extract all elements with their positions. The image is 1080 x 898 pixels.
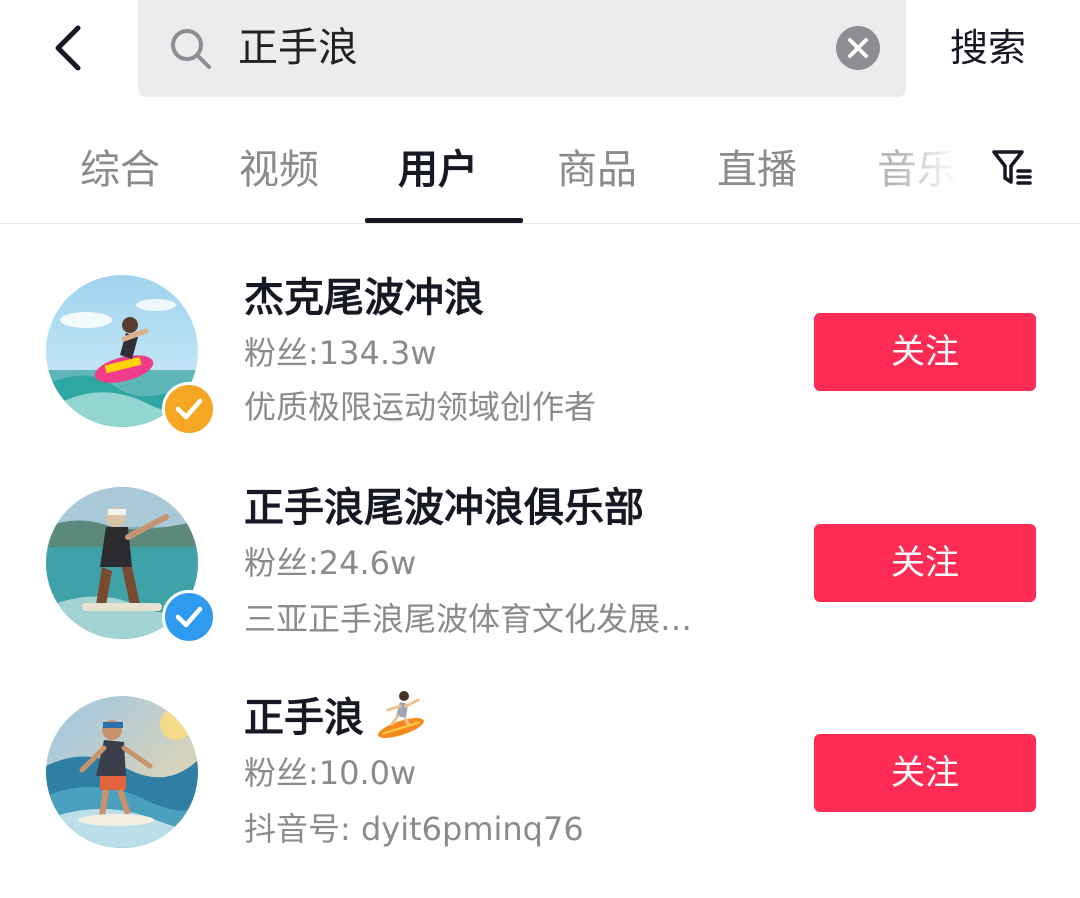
user-description: 优质极限运动领域创作者 [244,388,597,426]
user-result-row[interactable]: 正手浪尾波冲浪俱乐部 粉丝:24.6w 三亚正手浪尾波体育文化发展… 关注 [0,472,1080,652]
tabs-divider [0,223,1080,224]
follow-button[interactable]: 关注 [814,524,1036,602]
avatar[interactable] [46,696,198,848]
search-box[interactable] [138,0,906,97]
user-name: 正手浪尾波冲浪俱乐部 [244,485,644,531]
surfer-emoji-icon [378,691,424,738]
user-name: 杰克尾波冲浪 [244,275,484,321]
follow-button[interactable]: 关注 [814,734,1036,812]
user-description: 三亚正手浪尾波体育文化发展… [244,600,693,638]
back-button[interactable] [44,18,100,78]
search-tabs: 综合 视频 用户 商品 直播 音乐 [0,128,1080,224]
check-icon [175,606,203,628]
tab-music[interactable]: 音乐 [877,140,957,200]
user-fans-count: 粉丝:134.3w [244,334,437,372]
user-douyin-id: 抖音号: dyit6pminq76 [244,810,584,848]
user-fans-count: 粉丝:24.6w [244,544,417,582]
tab-live[interactable]: 直播 [717,140,797,200]
user-result-row[interactable]: 杰克尾波冲浪 粉丝:134.3w 优质极限运动领域创作者 关注 [0,262,1080,442]
tab-videos[interactable]: 视频 [239,140,319,200]
user-fans-count: 粉丝:10.0w [244,754,417,792]
clear-search-button[interactable] [836,26,880,70]
tab-products[interactable]: 商品 [557,140,637,200]
chevron-left-icon [55,25,81,71]
tab-general[interactable]: 综合 [80,140,160,200]
follow-button[interactable]: 关注 [814,313,1036,391]
verified-badge [162,382,216,436]
user-name: 正手浪 [244,695,364,741]
check-icon [175,398,203,420]
tab-users[interactable]: 用户 [398,140,478,200]
search-input[interactable] [238,18,798,78]
close-icon [848,38,868,58]
search-icon [171,29,211,69]
verified-badge [162,590,216,644]
search-submit-button[interactable]: 搜索 [950,20,1026,76]
filter-icon[interactable] [990,146,1034,190]
user-result-row[interactable]: 正手浪 粉丝:10.0w 抖音号: dyit6pminq76 关注 [0,682,1080,862]
